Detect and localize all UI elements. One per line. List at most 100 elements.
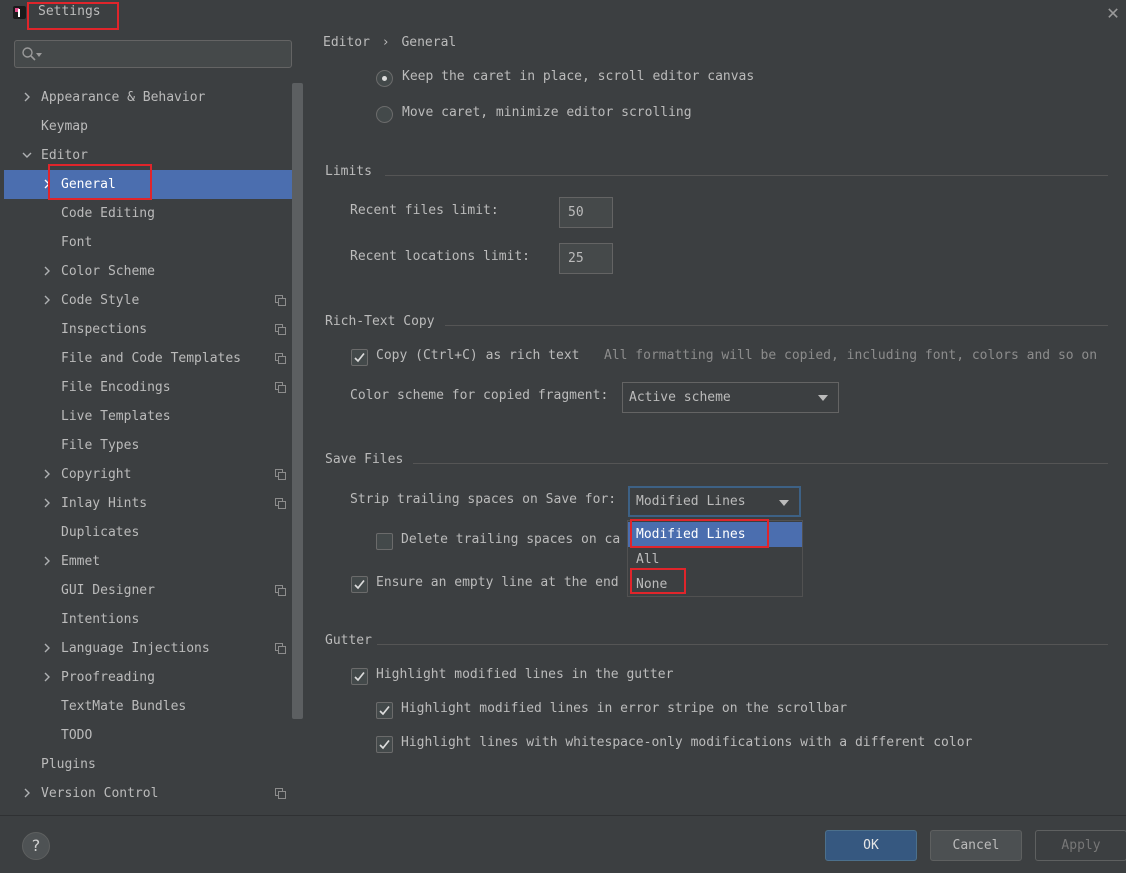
project-level-icon [275,498,286,509]
project-level-icon [275,324,286,335]
chevron-right-icon[interactable] [22,92,32,102]
popup-option-all[interactable]: All [628,547,802,572]
sidebar-item-emmet[interactable]: Emmet [4,547,292,576]
chevron-right-icon[interactable] [42,469,52,479]
sidebar-item-label: Inspections [61,322,148,337]
check-icon [354,671,365,682]
keep-caret-label[interactable]: Keep the caret in place, scroll editor c… [402,69,754,84]
sidebar-item-keymap[interactable]: Keymap [4,112,292,141]
sidebar-item-label: Code Editing [61,206,155,221]
chevron-right-icon[interactable] [42,643,52,653]
highlight-modified-checkbox[interactable] [351,668,368,685]
sidebar-item-live-templates[interactable]: Live Templates [4,402,292,431]
delete-trailing-checkbox[interactable] [376,533,393,550]
color-scheme-select[interactable]: Active scheme [622,382,839,413]
chevron-right-icon[interactable] [42,179,52,189]
project-level-icon [275,353,286,364]
project-level-icon [275,585,286,596]
sidebar-item-editor[interactable]: Editor [4,141,292,170]
sidebar-item-plugins[interactable]: Plugins [4,750,292,779]
chevron-right-icon[interactable] [42,295,52,305]
sidebar-item-code-style[interactable]: Code Style [4,286,292,315]
color-scheme-value: Active scheme [629,390,731,405]
divider [413,463,1108,464]
chevron-right-icon[interactable] [22,788,32,798]
sidebar-item-color-scheme[interactable]: Color Scheme [4,257,292,286]
sidebar-item-label: Version Control [41,786,159,801]
sidebar-item-label: GUI Designer [61,583,155,598]
project-level-icon [275,643,286,654]
recent-locations-field[interactable]: 25 [559,243,613,274]
move-caret-label[interactable]: Move caret, minimize editor scrolling [402,105,692,120]
recent-files-label: Recent files limit: [350,203,499,218]
strip-trailing-label: Strip trailing spaces on Save for: [350,492,617,507]
search-input[interactable] [14,40,292,68]
popup-option-modified-lines[interactable]: Modified Lines [628,522,802,547]
apply-button[interactable]: Apply [1035,830,1126,861]
sidebar-item-code-editing[interactable]: Code Editing [4,199,292,228]
sidebar-item-label: Color Scheme [61,264,155,279]
sidebar-item-language-injections[interactable]: Language Injections [4,634,292,663]
chevron-right-icon[interactable] [42,266,52,276]
sidebar-item-font[interactable]: Font [4,228,292,257]
sidebar-scrollbar[interactable] [292,83,303,719]
sidebar-item-file-and-code-templates[interactable]: File and Code Templates [4,344,292,373]
sidebar-item-label: Keymap [41,119,88,134]
chevron-right-icon[interactable] [42,556,52,566]
keep-caret-radio[interactable] [376,70,393,87]
cancel-button[interactable]: Cancel [930,830,1022,861]
divider [377,644,1108,645]
sidebar-item-label: Live Templates [61,409,171,424]
sidebar-item-label: TODO [61,728,93,743]
sidebar-item-duplicates[interactable]: Duplicates [4,518,292,547]
strip-trailing-select[interactable]: Modified Lines [628,486,801,517]
breadcrumb-parent[interactable]: Editor [323,35,370,50]
sidebar-item-textmate-bundles[interactable]: TextMate Bundles [4,692,292,721]
sidebar-item-label: Duplicates [61,525,140,540]
copy-rich-text-hint: All formatting will be copied, including… [604,348,1098,363]
popup-option-none[interactable]: None [628,572,802,597]
recent-locations-label: Recent locations limit: [350,249,531,264]
sidebar-item-intentions[interactable]: Intentions [4,605,292,634]
highlight-error-stripe-label[interactable]: Highlight modified lines in error stripe… [401,701,847,716]
chevron-right-icon[interactable] [42,672,52,682]
project-level-icon [275,469,286,480]
chevron-down-icon[interactable] [22,150,32,160]
ensure-empty-line-checkbox[interactable] [351,576,368,593]
highlight-whitespace-checkbox[interactable] [376,736,393,753]
sidebar-item-file-types[interactable]: File Types [4,431,292,460]
copy-rich-text-label[interactable]: Copy (Ctrl+C) as rich text [376,348,580,363]
sidebar-item-file-encodings[interactable]: File Encodings [4,373,292,402]
sidebar-item-proofreading[interactable]: Proofreading [4,663,292,692]
sidebar-item-label: Plugins [41,757,96,772]
sidebar-item-inlay-hints[interactable]: Inlay Hints [4,489,292,518]
window-title: Settings [38,4,101,19]
gutter-heading: Gutter [325,633,372,648]
move-caret-radio[interactable] [376,106,393,123]
sidebar-item-todo[interactable]: TODO [4,721,292,750]
help-button[interactable]: ? [22,832,50,860]
limits-heading: Limits [325,164,372,179]
recent-files-field[interactable]: 50 [559,197,613,228]
close-icon[interactable]: ✕ [1100,2,1126,24]
ensure-empty-line-label[interactable]: Ensure an empty line at the end [376,575,619,590]
rich-text-heading: Rich-Text Copy [325,314,435,329]
chevron-right-icon[interactable] [42,498,52,508]
sidebar-item-version-control[interactable]: Version Control [4,779,292,808]
sidebar-item-inspections[interactable]: Inspections [4,315,292,344]
highlight-modified-label[interactable]: Highlight modified lines in the gutter [376,667,673,682]
sidebar-item-general[interactable]: General [4,170,292,199]
sidebar-item-appearance-behavior[interactable]: Appearance & Behavior [4,83,292,112]
app-icon [13,6,26,19]
sidebar-item-copyright[interactable]: Copyright [4,460,292,489]
ok-button[interactable]: OK [825,830,917,861]
highlight-error-stripe-checkbox[interactable] [376,702,393,719]
highlight-whitespace-label[interactable]: Highlight lines with whitespace-only mod… [401,735,972,750]
sidebar-item-label: Intentions [61,612,140,627]
breadcrumb-current: General [401,35,457,50]
copy-rich-text-checkbox[interactable] [351,349,368,366]
delete-trailing-label[interactable]: Delete trailing spaces on ca [401,532,620,547]
sidebar-item-label: Copyright [61,467,132,482]
sidebar-item-label: Emmet [61,554,101,569]
sidebar-item-gui-designer[interactable]: GUI Designer [4,576,292,605]
